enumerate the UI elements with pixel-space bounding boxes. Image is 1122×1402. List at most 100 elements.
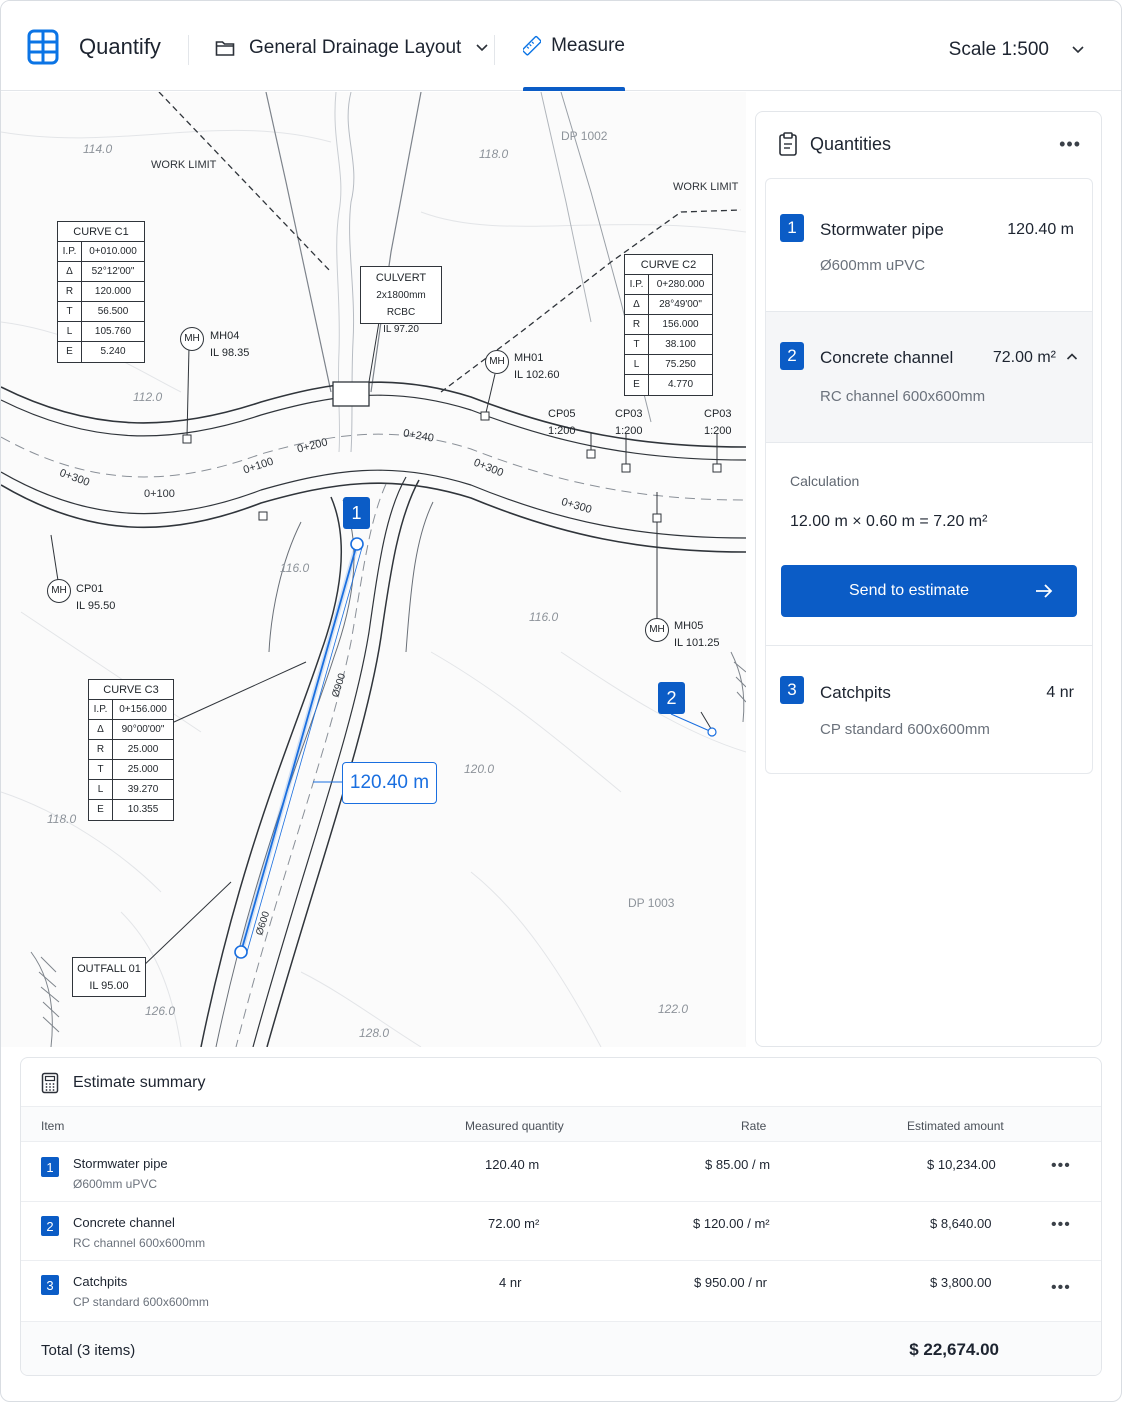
curve-table-row: L 75.250 [625, 355, 712, 375]
catchpit-invert: IL 95.50 [76, 600, 116, 612]
drawing-canvas[interactable]: 114.0 WORK LIMIT 118.0 DP 1002 WORK LIMI… [1, 92, 746, 1047]
curve-param-name: T [625, 335, 649, 354]
chevron-down-icon [1072, 46, 1084, 54]
item-name: Stormwater pipe [820, 220, 944, 239]
total-label: Total (3 items) [41, 1342, 136, 1359]
item-number-badge: 1 [780, 214, 804, 242]
curve-table-rows: I.P. 0+010.000 Δ 52°12'00" R 120.000 T 56.500 L 1… [58, 242, 144, 362]
tab-measure[interactable]: Measure [523, 1, 625, 91]
curve-table-c2: CURVE C2 I.P. 0+280.000 Δ 28°49'00" R 156.000… [624, 254, 713, 396]
catchpit-label: CP01 IL 95.50 [76, 581, 115, 615]
calculation-label: Calculation [790, 473, 860, 489]
curve-param-value: 52°12'00" [91, 266, 135, 277]
scale-selector[interactable]: Scale 1:500 [949, 39, 1085, 61]
curve-table-row: R 120.000 [58, 282, 144, 302]
clipboard-icon [779, 132, 797, 156]
curve-table-row: R 156.000 [625, 315, 712, 335]
curve-table-row: R 25.000 [89, 740, 173, 760]
pipe-diameter-label: Ø600 [254, 910, 273, 937]
curve-param-name: L [58, 322, 82, 341]
curve-table-title: CURVE C1 [58, 222, 144, 242]
manhole-label: MH04 IL 98.35 [210, 328, 249, 362]
manhole-symbol: MH [645, 618, 669, 642]
item-name: Concrete channel [820, 348, 954, 367]
total-value: $ 22,674.00 [909, 1340, 999, 1359]
top-bar: Quantify General Drainage Layout Measure… [1, 1, 1121, 91]
row-item-name: Concrete channel [73, 1215, 175, 1230]
curve-table-row: E 4.770 [625, 375, 712, 395]
culvert-size: 2x1800mm RCBC [376, 290, 426, 318]
curve-param-value: 25.000 [127, 764, 159, 775]
item-name: Catchpits [820, 683, 891, 702]
contour-label: 118.0 [479, 147, 509, 161]
chainage-label: 0+300 [559, 495, 593, 517]
measure-marker-2[interactable]: 2 [658, 682, 685, 714]
contour-label: 116.0 [280, 561, 310, 575]
curve-param-value: 39.270 [127, 784, 159, 795]
row-more-options-icon[interactable]: ••• [1051, 1157, 1071, 1175]
curve-param-name: E [625, 375, 649, 395]
contour-label: 128.0 [359, 1026, 390, 1040]
send-to-estimate-button[interactable]: Send to estimate [781, 565, 1077, 617]
row-quantity: 4 nr [499, 1275, 522, 1290]
estimate-row[interactable]: 2 Concrete channel RC channel 600x600mm … [21, 1202, 1101, 1261]
curve-param-name: R [58, 282, 82, 301]
manhole-label: MH05 IL 101.25 [674, 618, 719, 652]
row-rate: $ 950.00 / nr [694, 1275, 767, 1290]
curve-table-row: Δ 52°12'00" [58, 262, 144, 282]
curve-param-name: I.P. [58, 242, 82, 261]
quantities-list: 1 Stormwater pipe 120.40 m Ø600mm uPVC 2… [765, 178, 1093, 774]
curve-param-name: I.P. [89, 700, 113, 719]
curve-table-c1: CURVE C1 I.P. 0+010.000 Δ 52°12'00" R 120.000… [57, 221, 145, 363]
manhole-name: MH05 [674, 620, 704, 632]
outfall-callout: OUTFALL 01 IL 95.00 [72, 957, 146, 997]
curve-table-rows: I.P. 0+280.000 Δ 28°49'00" R 156.000 T 38.100 L 7… [625, 275, 712, 395]
document-selector[interactable]: General Drainage Layout [215, 37, 489, 59]
row-item-name: Catchpits [73, 1274, 128, 1289]
folder-icon [215, 41, 235, 56]
row-item-name: Stormwater pipe [73, 1156, 168, 1171]
catchpit-scale: 1:200 [704, 425, 732, 437]
item-spec: RC channel 600x600mm [820, 388, 986, 405]
curve-param-value: 156.000 [662, 319, 699, 330]
curve-param-value: 5.240 [100, 346, 126, 357]
tab-measure-label: Measure [551, 35, 625, 56]
curve-table-row: Δ 28°49'00" [625, 295, 712, 315]
manhole-invert: IL 98.35 [210, 347, 250, 359]
measure-marker-1[interactable]: 1 [343, 497, 370, 529]
curve-table-row: T 25.000 [89, 760, 173, 780]
estimate-row[interactable]: 1 Stormwater pipe Ø600mm uPVC 120.40 m $… [21, 1143, 1101, 1202]
culvert-callout: CULVERT 2x1800mm RCBC IL 97.20 [360, 266, 442, 335]
curve-param-value: 4.770 [667, 379, 694, 390]
catchpit-detail-label: CP03 1:200 [615, 406, 643, 440]
catchpit-scale: 1:200 [615, 425, 643, 437]
measurement-length-label[interactable]: 120.40 m [342, 762, 437, 804]
curve-table-row: T 38.100 [625, 335, 712, 355]
item-quantity: 4 nr [1046, 684, 1074, 701]
quantity-item-catchpits[interactable]: 3 Catchpits 4 nr CP standard 600x600mm [766, 646, 1092, 773]
row-more-options-icon[interactable]: ••• [1051, 1216, 1071, 1234]
manhole-symbol: MH [47, 579, 71, 603]
curve-param-name: T [89, 760, 113, 779]
curve-param-name: I.P. [625, 275, 649, 294]
estimate-row[interactable]: 3 Catchpits CP standard 600x600mm 4 nr $… [21, 1261, 1101, 1322]
drawing-annotations: 114.0 WORK LIMIT 118.0 DP 1002 WORK LIMI… [1, 92, 746, 1047]
curve-param-value: 10.355 [127, 804, 159, 815]
culvert-invert: IL 97.20 [383, 324, 419, 335]
brand: Quantify [27, 29, 161, 65]
curve-table-row: I.P. 0+156.000 [89, 700, 173, 720]
item-quantity: 72.00 m² [992, 349, 1056, 366]
row-more-options-icon[interactable]: ••• [1051, 1279, 1071, 1297]
quantify-logo-icon [27, 29, 59, 65]
chevron-up-icon[interactable] [1066, 352, 1078, 361]
curve-table-title: CURVE C3 [89, 680, 173, 700]
estimate-summary-panel: Estimate summary Item Measured quantity … [20, 1057, 1102, 1376]
manhole-name: MH01 [514, 352, 544, 364]
contour-label: 120.0 [464, 762, 495, 776]
quantity-item-concrete-channel[interactable]: 2 Concrete channel 72.00 m² RC channel 6… [766, 312, 1092, 442]
more-options-icon[interactable]: ••• [1059, 134, 1081, 155]
curve-param-name: R [89, 740, 113, 759]
quantity-item-stormwater-pipe[interactable]: 1 Stormwater pipe 120.40 m Ø600mm uPVC [766, 179, 1092, 311]
column-header-quantity: Measured quantity [465, 1119, 564, 1133]
estimate-summary-header: Estimate summary [41, 1072, 205, 1094]
